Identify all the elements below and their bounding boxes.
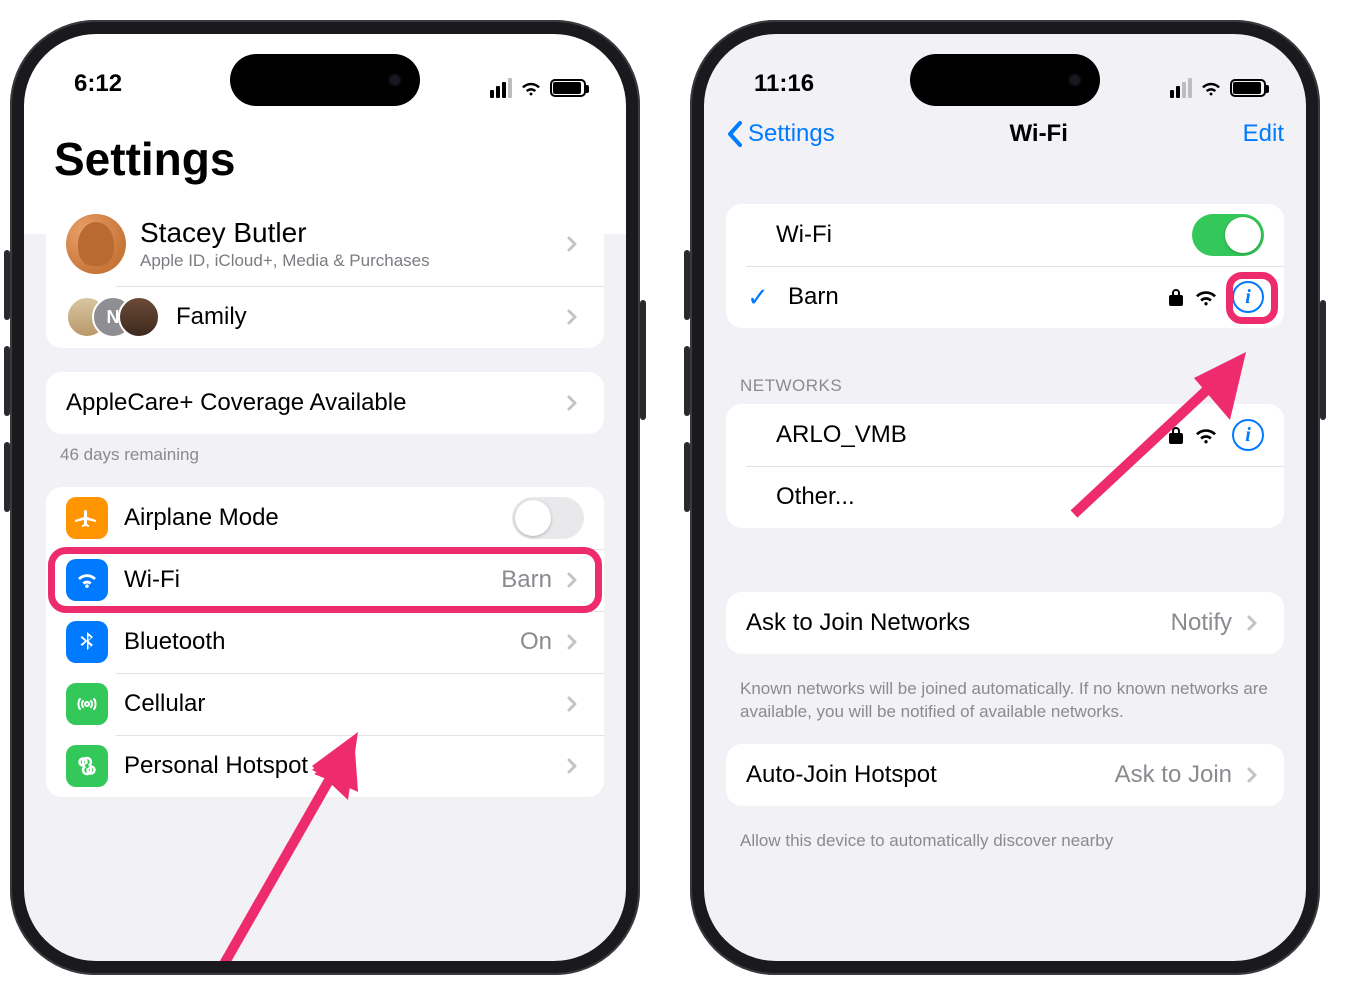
dynamic-island xyxy=(910,54,1100,106)
cellular-signal-icon xyxy=(490,78,512,98)
auto-hotspot-footer: Allow this device to automatically disco… xyxy=(704,830,1306,853)
family-row[interactable]: N Family xyxy=(46,286,604,348)
profile-name: Stacey Butler xyxy=(140,217,560,249)
ask-join-label: Ask to Join Networks xyxy=(746,609,1171,637)
chevron-right-icon xyxy=(1240,763,1264,787)
cellular-label: Cellular xyxy=(124,690,560,718)
chevron-right-icon xyxy=(560,692,584,716)
network-arlo-label: ARLO_VMB xyxy=(746,421,1168,449)
applecare-footer: 46 days remaining xyxy=(24,444,626,487)
bluetooth-value: On xyxy=(520,628,552,656)
wifi-icon-box xyxy=(66,559,108,601)
auto-hotspot-group: Auto-Join Hotspot Ask to Join xyxy=(726,744,1284,806)
airplane-icon xyxy=(66,497,108,539)
wifi-toggle-group: Wi-Fi ✓ Barn i xyxy=(726,204,1284,328)
screen-settings: 6:12 Settings Stacey Butler Apple ID, iC… xyxy=(24,34,626,961)
ask-join-group: Ask to Join Networks Notify xyxy=(726,592,1284,654)
connectivity-group: Airplane Mode Wi-Fi Barn Bluetooth On xyxy=(46,487,604,797)
applecare-row[interactable]: AppleCare+ Coverage Available xyxy=(46,372,604,434)
wifi-value: Barn xyxy=(501,566,552,594)
wifi-toggle-row[interactable]: Wi-Fi xyxy=(726,204,1284,266)
chevron-right-icon xyxy=(560,630,584,654)
avatar xyxy=(66,214,126,274)
wifi-row[interactable]: Wi-Fi Barn xyxy=(46,549,604,611)
hotspot-icon xyxy=(66,745,108,787)
cellular-row[interactable]: Cellular xyxy=(46,673,604,735)
ask-join-row[interactable]: Ask to Join Networks Notify xyxy=(726,592,1284,654)
network-status-icons xyxy=(1168,425,1218,445)
networks-header: Networks xyxy=(704,352,1306,404)
airplane-mode-row[interactable]: Airplane Mode xyxy=(46,487,604,549)
network-arlo-row[interactable]: ARLO_VMB i xyxy=(726,404,1284,466)
profile-group: Stacey Butler Apple ID, iCloud+, Media &… xyxy=(46,202,604,348)
status-indicators xyxy=(490,78,586,98)
chevron-right-icon xyxy=(560,568,584,592)
family-avatars: N xyxy=(66,296,160,338)
wifi-strength-icon xyxy=(1194,288,1218,306)
chevron-right-icon xyxy=(560,391,584,415)
applecare-label: AppleCare+ Coverage Available xyxy=(66,389,560,417)
network-status-icons xyxy=(1168,287,1218,307)
airplane-label: Airplane Mode xyxy=(124,504,512,532)
bluetooth-icon xyxy=(66,621,108,663)
nav-edit-button[interactable]: Edit xyxy=(1243,120,1284,148)
status-indicators xyxy=(1170,78,1266,98)
connected-network-row[interactable]: ✓ Barn i xyxy=(726,266,1284,328)
cellular-icon xyxy=(66,683,108,725)
chevron-right-icon xyxy=(1240,611,1264,635)
connected-network-label: Barn xyxy=(788,283,1168,311)
auto-hotspot-row[interactable]: Auto-Join Hotspot Ask to Join xyxy=(726,744,1284,806)
family-label: Family xyxy=(176,303,560,331)
status-time: 6:12 xyxy=(74,70,122,98)
chevron-right-icon xyxy=(560,754,584,778)
nav-title: Wi-Fi xyxy=(1009,120,1067,148)
bluetooth-row[interactable]: Bluetooth On xyxy=(46,611,604,673)
chevron-right-icon xyxy=(560,232,584,256)
networks-group: ARLO_VMB i Other... xyxy=(726,404,1284,528)
nav-back-button[interactable]: Settings xyxy=(726,120,835,148)
phone-wifi: 11:16 Settings Wi-Fi Edit Wi-Fi ✓ xyxy=(690,20,1320,975)
phone-settings: 6:12 Settings Stacey Butler Apple ID, iC… xyxy=(10,20,640,975)
wifi-strength-icon xyxy=(1194,426,1218,444)
ask-join-footer: Known networks will be joined automatica… xyxy=(704,678,1306,744)
lock-icon xyxy=(1168,287,1184,307)
ask-join-value: Notify xyxy=(1171,609,1232,637)
hotspot-row[interactable]: Personal Hotspot xyxy=(46,735,604,797)
network-info-button[interactable]: i xyxy=(1232,281,1264,313)
chevron-right-icon xyxy=(560,305,584,329)
status-time: 11:16 xyxy=(754,70,814,98)
page-title: Settings xyxy=(24,104,626,202)
bluetooth-label: Bluetooth xyxy=(124,628,520,656)
profile-subtitle: Apple ID, iCloud+, Media & Purchases xyxy=(140,251,560,271)
wifi-toggle-label: Wi-Fi xyxy=(746,221,1192,249)
chevron-left-icon xyxy=(726,120,744,148)
network-other-label: Other... xyxy=(746,483,1264,511)
navbar: Settings Wi-Fi Edit xyxy=(704,104,1306,164)
dynamic-island xyxy=(230,54,420,106)
wifi-icon xyxy=(520,80,542,96)
applecare-group: AppleCare+ Coverage Available xyxy=(46,372,604,434)
hotspot-label: Personal Hotspot xyxy=(124,752,560,780)
wifi-label: Wi-Fi xyxy=(124,566,501,594)
screen-wifi: 11:16 Settings Wi-Fi Edit Wi-Fi ✓ xyxy=(704,34,1306,961)
airplane-toggle[interactable] xyxy=(512,497,584,539)
battery-icon xyxy=(1230,79,1266,97)
cellular-signal-icon xyxy=(1170,78,1192,98)
nav-back-label: Settings xyxy=(748,120,835,148)
wifi-toggle[interactable] xyxy=(1192,214,1264,256)
wifi-icon xyxy=(1200,80,1222,96)
network-info-button[interactable]: i xyxy=(1232,419,1264,451)
battery-icon xyxy=(550,79,586,97)
network-other-row[interactable]: Other... xyxy=(726,466,1284,528)
lock-icon xyxy=(1168,425,1184,445)
auto-hotspot-value: Ask to Join xyxy=(1115,761,1232,789)
auto-hotspot-label: Auto-Join Hotspot xyxy=(746,761,1115,789)
apple-id-row[interactable]: Stacey Butler Apple ID, iCloud+, Media &… xyxy=(46,202,604,286)
checkmark-icon: ✓ xyxy=(746,282,770,313)
